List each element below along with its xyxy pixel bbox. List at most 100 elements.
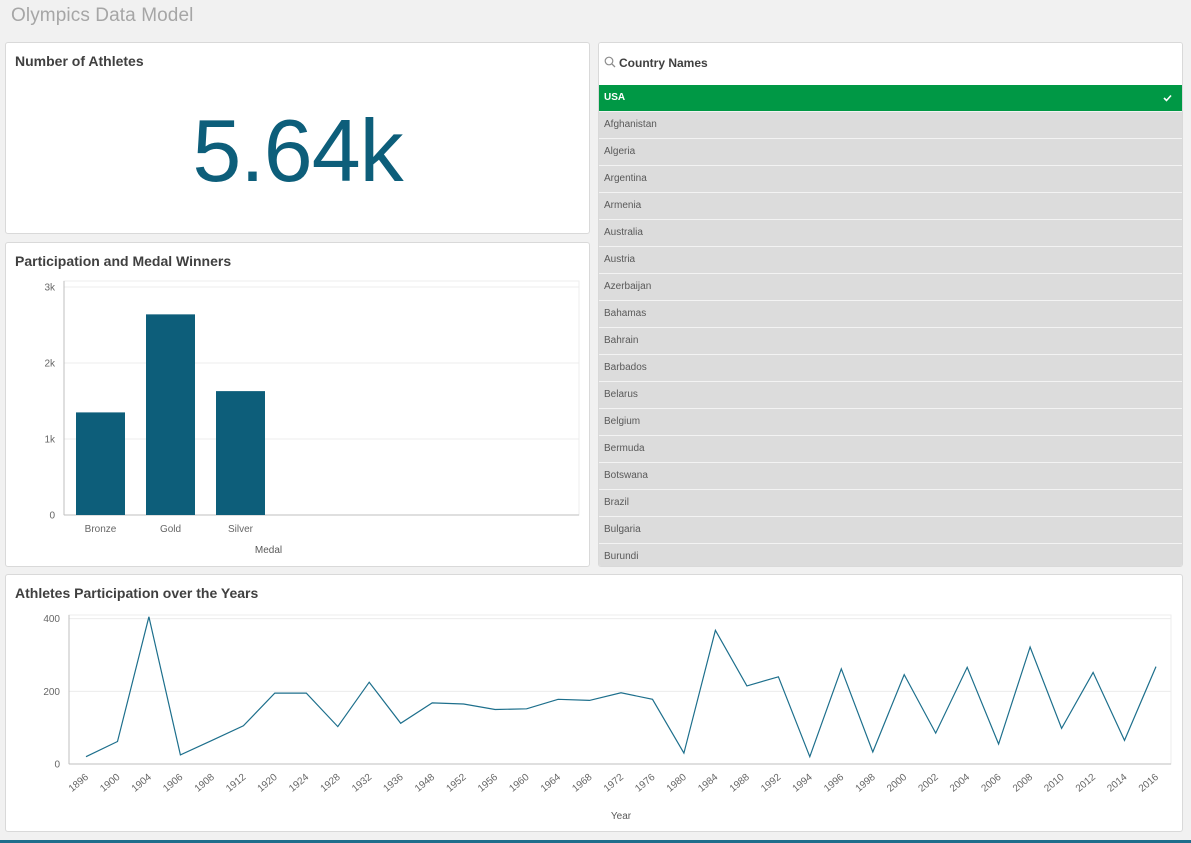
line-point[interactable]	[1060, 726, 1064, 730]
country-item-label: Bahamas	[604, 308, 647, 319]
bar-x-tick-label: Gold	[160, 524, 181, 535]
line-x-tick-label: 2006	[979, 772, 1003, 795]
line-point[interactable]	[556, 697, 560, 701]
line-point[interactable]	[210, 738, 214, 742]
line-point[interactable]	[839, 667, 843, 671]
line-point[interactable]	[808, 755, 812, 759]
kpi-value: 5.64k	[192, 101, 403, 200]
line-y-tick-label: 400	[43, 614, 60, 625]
country-item-armenia[interactable]: Armenia	[599, 193, 1182, 220]
line-point[interactable]	[619, 691, 623, 695]
country-item-argentina[interactable]: Argentina	[599, 166, 1182, 193]
country-item-australia[interactable]: Australia	[599, 220, 1182, 247]
line-point[interactable]	[965, 665, 969, 669]
line-point[interactable]	[934, 731, 938, 735]
line-point[interactable]	[84, 755, 88, 759]
app-title: Olympics Data Model	[11, 5, 194, 26]
line-x-tick-label: 1984	[696, 772, 720, 795]
line-point[interactable]	[273, 691, 277, 695]
country-item-label: Azerbaijan	[604, 281, 652, 292]
line-x-tick-label: 2008	[1011, 772, 1035, 795]
country-item-usa[interactable]: USA	[599, 85, 1182, 112]
line-series-athletes[interactable]	[85, 616, 1157, 759]
line-point[interactable]	[682, 751, 686, 755]
country-item-azerbaijan[interactable]: Azerbaijan	[599, 274, 1182, 301]
kpi-card[interactable]: Number of Athletes 5.64k	[5, 42, 590, 234]
country-item-belarus[interactable]: Belarus	[599, 382, 1182, 409]
country-item-label: Belarus	[604, 389, 638, 400]
country-list[interactable]: USA Afghanistan Algeria Argentina Armenia Aus…	[599, 85, 1182, 566]
country-item-austria[interactable]: Austria	[599, 247, 1182, 274]
line-point[interactable]	[147, 615, 151, 619]
country-item-bahamas[interactable]: Bahamas	[599, 301, 1182, 328]
line-point[interactable]	[493, 708, 497, 712]
line-point[interactable]	[902, 673, 906, 677]
line-point[interactable]	[745, 684, 749, 688]
country-item-label: USA	[604, 92, 626, 103]
line-point[interactable]	[241, 724, 245, 728]
line-x-tick-label: 1996	[822, 772, 846, 795]
line-x-tick-label: 1960	[507, 772, 531, 795]
country-item-bermuda[interactable]: Bermuda	[599, 436, 1182, 463]
line-x-tick-label: 1992	[759, 772, 783, 795]
line-point[interactable]	[776, 675, 780, 679]
line-x-tick-label: 2016	[1137, 772, 1161, 795]
search-icon[interactable]	[604, 56, 616, 68]
line-point[interactable]	[1091, 670, 1095, 674]
bar-bronze[interactable]	[76, 412, 125, 515]
country-item-bulgaria[interactable]: Bulgaria	[599, 517, 1182, 544]
line-x-tick-label: 1928	[319, 772, 343, 795]
line-y-tick-label: 0	[54, 760, 60, 771]
bar-chart[interactable]: 0 1k 2k 3k Bronze Gold Silver Medal	[6, 243, 591, 568]
bar-silver[interactable]	[216, 391, 265, 515]
kpi-title: Number of Athletes	[15, 53, 144, 69]
line-point[interactable]	[336, 725, 340, 729]
country-item-burundi[interactable]: Burundi	[599, 544, 1182, 566]
line-point[interactable]	[1154, 665, 1158, 669]
country-item-label: Bermuda	[604, 443, 645, 454]
line-point[interactable]	[462, 702, 466, 706]
bar-x-tick-label: Silver	[228, 524, 254, 535]
country-item-belgium[interactable]: Belgium	[599, 409, 1182, 436]
line-point[interactable]	[651, 697, 655, 701]
line-chart[interactable]: 0 200 400 1896 1900 1904 1906 1908 1912 1920 1924…	[6, 575, 1184, 833]
line-point[interactable]	[399, 721, 403, 725]
bar-x-axis-title: Medal	[255, 545, 282, 556]
country-item-label: Argentina	[604, 173, 647, 184]
country-item-algeria[interactable]: Algeria	[599, 139, 1182, 166]
line-point[interactable]	[430, 701, 434, 705]
line-point[interactable]	[116, 740, 120, 744]
country-filter-pane[interactable]: Country Names USA Afghanistan Algeria Argen…	[598, 42, 1183, 567]
line-point[interactable]	[178, 753, 182, 757]
line-chart-card[interactable]: Athletes Participation over the Years 02…	[5, 574, 1183, 832]
country-item-brazil[interactable]: Brazil	[599, 490, 1182, 517]
line-point[interactable]	[304, 691, 308, 695]
line-point[interactable]	[871, 750, 875, 754]
line-x-tick-label: 1980	[665, 772, 689, 795]
filter-search-row[interactable]: Country Names	[599, 43, 1182, 86]
country-item-barbados[interactable]: Barbados	[599, 355, 1182, 382]
line-x-tick-label: 2010	[1042, 772, 1066, 795]
line-x-axis-title: Year	[611, 811, 632, 822]
country-item-label: Afghanistan	[604, 119, 657, 130]
bar-gold[interactable]	[146, 314, 195, 515]
country-item-label: Armenia	[604, 200, 642, 211]
line-point[interactable]	[525, 707, 529, 711]
bar-y-tick-label: 3k	[44, 283, 56, 294]
line-x-tick-label: 1968	[570, 772, 594, 795]
line-point[interactable]	[1028, 645, 1032, 649]
line-point[interactable]	[588, 698, 592, 702]
line-x-tick-label: 1906	[161, 772, 185, 795]
line-x-tick-label: 1904	[130, 772, 154, 795]
line-point[interactable]	[367, 680, 371, 684]
line-point[interactable]	[1123, 738, 1127, 742]
line-point[interactable]	[713, 628, 717, 632]
line-x-tick-label: 1948	[413, 772, 437, 795]
country-item-label: Brazil	[604, 497, 630, 508]
filter-title: Country Names	[619, 56, 708, 70]
country-item-bahrain[interactable]: Bahrain	[599, 328, 1182, 355]
line-point[interactable]	[997, 742, 1001, 746]
country-item-botswana[interactable]: Botswana	[599, 463, 1182, 490]
country-item-afghanistan[interactable]: Afghanistan	[599, 112, 1182, 139]
bar-chart-card[interactable]: Participation and Medal Winners 0 1k 2k 3k …	[5, 242, 590, 567]
